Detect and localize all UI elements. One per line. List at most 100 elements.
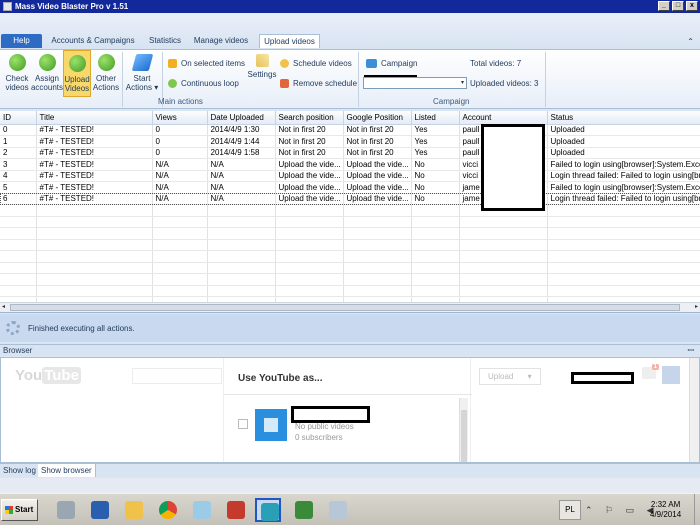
total-videos-count: Total videos: 7 [470, 59, 521, 68]
taskbar-app-video[interactable] [223, 498, 249, 522]
ribbon-separator [358, 52, 359, 107]
cell-date: 2014/4/9 1:30 [207, 124, 276, 136]
taskbar-app-powershell[interactable] [87, 498, 113, 522]
close-button[interactable]: x [686, 1, 698, 11]
remove-schedule-option[interactable]: Remove schedule [280, 79, 357, 88]
youtube-logo[interactable]: You Tube [15, 367, 81, 384]
browser-scrollbar[interactable] [689, 358, 699, 462]
cell-status: Uploaded [547, 124, 700, 136]
table-row[interactable]: 4 #T# - TESTED! N/A N/A Upload the vide... Up… [0, 170, 700, 182]
show-desktop-button[interactable] [694, 494, 700, 525]
table-row[interactable]: 0 #T# - TESTED! 0 2014/4/9 1:30 Not in first… [0, 124, 700, 136]
channel-subscribers: 0 subscribers [295, 433, 343, 442]
campaign-label: Campaign [381, 59, 418, 68]
video-icon [227, 501, 245, 519]
tab-upload-videos[interactable]: Upload videos [259, 34, 320, 48]
campaign-button[interactable]: Campaign [366, 59, 417, 68]
tab-manage-videos[interactable]: Manage videos [190, 34, 252, 48]
column-header-status[interactable]: Status [547, 111, 700, 125]
taskbar-app-mass-video-blaster[interactable] [255, 498, 281, 522]
cell-id: 5 [0, 181, 37, 194]
tab-help[interactable]: Help [1, 34, 42, 48]
column-header-views[interactable]: Views [152, 111, 208, 125]
pin-icon[interactable]: ꟷ [687, 345, 694, 357]
empty-row [0, 262, 700, 274]
empty-row [0, 285, 700, 297]
notification-count: 1 [651, 364, 659, 370]
scrollbar-thumb[interactable] [461, 410, 467, 462]
dialog-scrollbar[interactable] [459, 398, 468, 462]
table-row[interactable]: 1 #T# - TESTED! 0 2014/4/9 1:44 Not in first… [0, 135, 700, 148]
youtube-search-input[interactable] [132, 368, 222, 384]
windows-taskbar: Start PL ⌃ ⚐ ▭ ◀ 2:32 AM 4/9/2014 [0, 493, 700, 525]
cell-id: 0 [0, 124, 37, 136]
tab-accounts-campaigns[interactable]: Accounts & Campaigns [45, 34, 141, 48]
on-selected-items-option[interactable]: On selected items [168, 59, 245, 68]
column-header-search-position[interactable]: Search position [275, 111, 344, 125]
system-tray-icons[interactable]: ⌃ ⚐ ▭ ◀ [585, 505, 659, 516]
column-header-google-position[interactable]: Google Position [343, 111, 412, 125]
check-videos-button[interactable]: Check videos [3, 50, 31, 97]
tab-show-log[interactable]: Show log [0, 464, 40, 477]
start-actions-button[interactable]: Start Actions ▾ [124, 50, 160, 97]
taskbar-app-chrome[interactable] [155, 498, 181, 522]
table-row[interactable]: 6 #T# - TESTED! N/A N/A Upload the vide... Up… [0, 193, 700, 205]
taskbar-app-notes[interactable] [189, 498, 215, 522]
table-row[interactable]: 2 #T# - TESTED! 0 2014/4/9 1:58 Not in first… [0, 147, 700, 159]
check-videos-label: Check videos [5, 74, 29, 92]
column-header-listed[interactable]: Listed [411, 111, 460, 125]
taskbar-app-spreadsheet[interactable] [291, 498, 317, 522]
tools-icon [329, 501, 347, 519]
cell-title: #T# - TESTED! [36, 124, 153, 136]
continuous-loop-option[interactable]: Continuous loop [168, 79, 239, 88]
campaign-select[interactable]: ▾ [363, 77, 467, 89]
cell-google-position: Upload the vide... [343, 193, 412, 205]
channel-checkbox[interactable] [238, 419, 248, 429]
minimize-button[interactable]: _ [658, 1, 670, 11]
column-header-date-uploaded[interactable]: Date Uploaded [207, 111, 276, 125]
cell-google-position: Upload the vide... [343, 170, 412, 182]
system-clock[interactable]: 2:32 AM 4/9/2014 [650, 500, 681, 520]
scroll-left-icon[interactable]: ◂ [2, 303, 5, 310]
loop-icon [168, 79, 177, 88]
embedded-browser[interactable]: You Tube Use YouTube as... No public vide… [0, 357, 700, 463]
language-indicator[interactable]: PL [559, 500, 581, 520]
taskbar-app-tools[interactable] [325, 498, 351, 522]
other-actions-button[interactable]: Other Actions [92, 50, 120, 97]
upload-videos-button[interactable]: Upload Videos [63, 50, 91, 97]
column-header-id[interactable]: ID [0, 111, 37, 125]
notifications-icon[interactable]: 1 [642, 364, 659, 379]
tab-statistics[interactable]: Statistics [143, 34, 187, 48]
scroll-right-icon[interactable]: ▸ [695, 303, 698, 310]
cell-search-position: Upload the vide... [275, 158, 344, 171]
assign-accounts-button[interactable]: Assign accounts [31, 50, 63, 97]
videos-grid[interactable]: ID Title Views Date Uploaded Search posi… [0, 111, 700, 313]
tab-show-browser[interactable]: Show browser [38, 464, 96, 477]
taskbar-app-network[interactable] [53, 498, 79, 522]
check-icon [97, 54, 115, 71]
table-header-row: ID Title Views Date Uploaded Search posi… [0, 111, 700, 125]
channel-avatar-icon[interactable] [255, 409, 287, 441]
taskbar-app-explorer[interactable] [121, 498, 147, 522]
start-button[interactable]: Start [1, 499, 38, 521]
youtube-upload-button[interactable]: Upload ▾ [479, 368, 541, 385]
column-header-account[interactable]: Account [459, 111, 548, 125]
column-header-title[interactable]: Title [36, 111, 153, 125]
cell-views: N/A [152, 181, 208, 194]
other-actions-label: Other Actions [92, 74, 120, 92]
app-icon [3, 2, 12, 11]
schedule-videos-option[interactable]: Schedule videos [280, 59, 352, 68]
scrollbar-thumb[interactable] [10, 304, 680, 311]
clock-date: 4/9/2014 [650, 510, 682, 519]
cell-date: N/A [207, 170, 276, 182]
maximize-button[interactable]: □ [672, 1, 684, 11]
cell-search-position: Upload the vide... [275, 181, 344, 194]
grid-horizontal-scrollbar[interactable]: ◂ ▸ [0, 302, 700, 312]
settings-button[interactable]: Settings [246, 50, 278, 97]
redacted-account-name [571, 372, 634, 384]
collapse-ribbon-icon[interactable]: ⌃ [687, 37, 694, 46]
avatar[interactable] [662, 366, 680, 384]
ribbon-separator [122, 52, 123, 107]
table-row[interactable]: 3 #T# - TESTED! N/A N/A Upload the vide... Up… [0, 158, 700, 171]
table-row[interactable]: 5 #T# - TESTED! N/A N/A Upload the vide... Up… [0, 181, 700, 194]
